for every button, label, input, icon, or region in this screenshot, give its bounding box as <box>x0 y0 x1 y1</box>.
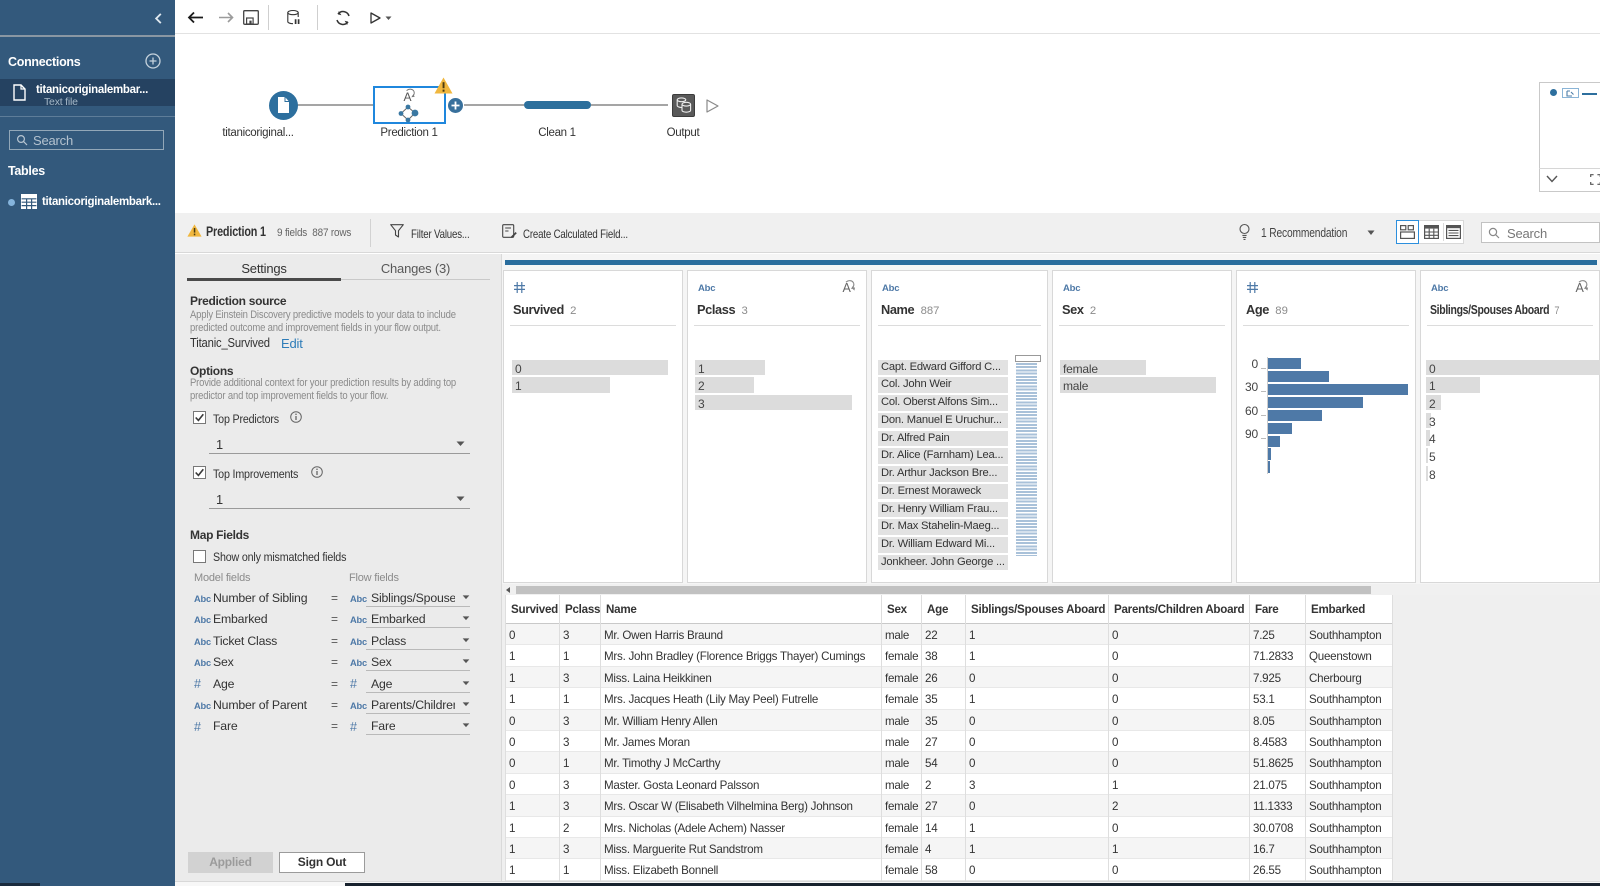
svg-text:A: A <box>1576 281 1585 295</box>
svg-text:A: A <box>843 281 852 295</box>
svg-text:A: A <box>404 90 412 104</box>
